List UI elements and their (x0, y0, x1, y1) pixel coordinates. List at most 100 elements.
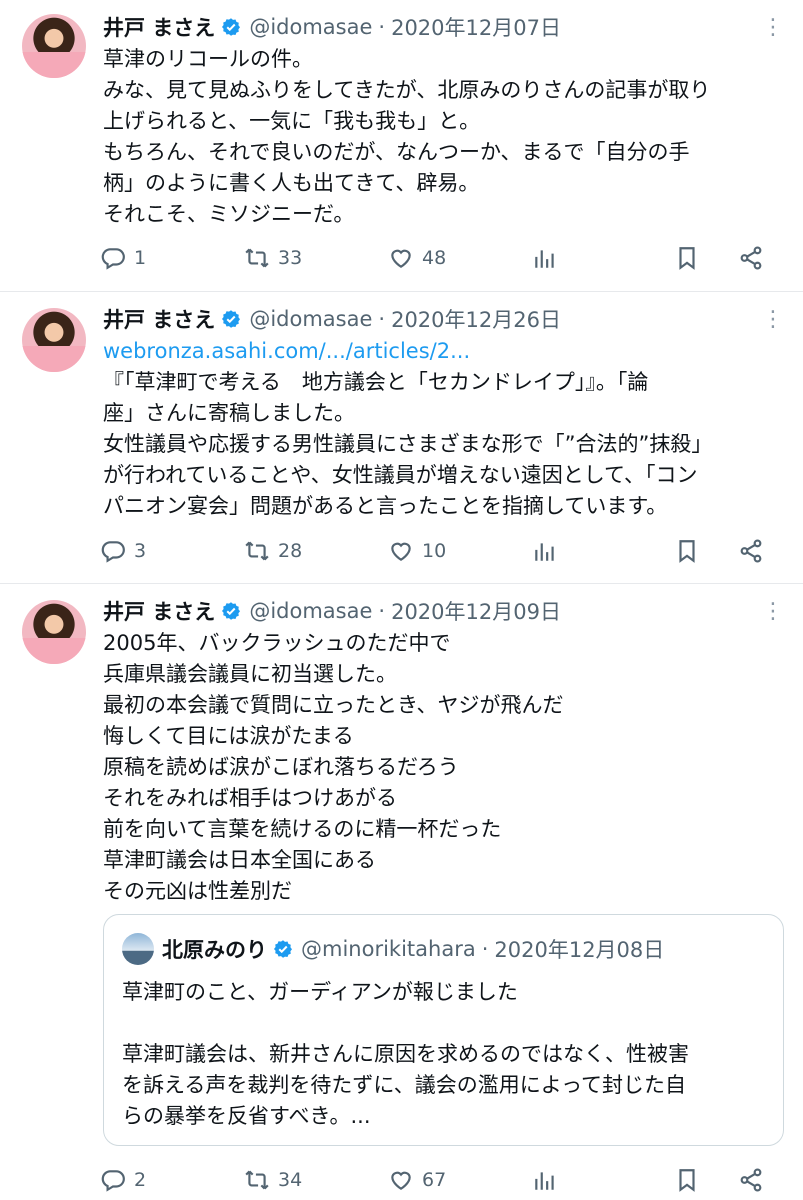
tweet-line: 上げられると、一気に「我も我も」と。 (103, 109, 481, 133)
retweet-count: 33 (278, 247, 303, 269)
tweet-3[interactable]: 井戸 まさえ @idomasae · 2020年12月09日 ⋮ 2005年、バ… (0, 584, 803, 1200)
action-bar: 3 28 10 (100, 535, 780, 567)
article-link[interactable]: webronza.asahi.com/.../articles/2... (103, 336, 783, 367)
retweet-button[interactable]: 34 (244, 1164, 302, 1196)
quoted-tweet[interactable]: 北原みのり @minorikitahara · 2020年12月08日 草津町の… (103, 914, 784, 1146)
tweet-line: その元凶は性差別だ (103, 879, 292, 903)
tweet-date[interactable]: 2020年12月26日 (391, 304, 561, 334)
author-name[interactable]: 井戸 まさえ (103, 304, 215, 334)
like-icon (391, 542, 411, 561)
tweet-line: それをみれば相手はつけあがる (103, 786, 397, 810)
views-button[interactable] (532, 535, 566, 567)
views-button[interactable] (532, 242, 566, 274)
tweet-line: 草津町議会は日本全国にある (103, 848, 376, 872)
tweet-line: 2005年、バックラッシュのただ中で (103, 631, 451, 655)
share-button[interactable] (738, 242, 772, 274)
tweet-line: 悔しくて目には涙がたまる (103, 724, 354, 748)
author-name[interactable]: 井戸 まさえ (103, 596, 215, 626)
bookmark-button[interactable] (674, 1164, 708, 1196)
quoted-line: 草津町議会は、新井さんに原因を求めるのではなく、性被害 (122, 1042, 689, 1066)
share-icon (740, 1168, 762, 1192)
tweet-line: 柄」のように書く人も出てきて、辟易。 (103, 171, 480, 195)
tweet-line: 女性議員や応援する男性議員にさまざまな形で「”合法的”抹殺」 (103, 432, 713, 456)
views-icon (535, 1172, 554, 1190)
reply-icon (101, 1170, 125, 1192)
like-button[interactable]: 67 (388, 1164, 446, 1196)
reply-count: 2 (134, 1169, 147, 1191)
bookmark-button[interactable] (674, 242, 708, 274)
reply-button[interactable]: 2 (100, 1164, 146, 1196)
like-count: 10 (422, 540, 447, 562)
more-icon[interactable]: ⋮ (762, 600, 784, 624)
reply-icon (101, 248, 125, 270)
views-icon (535, 543, 554, 561)
retweet-count: 34 (278, 1169, 303, 1191)
tweet-line: もちろん、それで良いのだが、なんつーか、まるで「自分の手 (103, 140, 690, 164)
like-button[interactable]: 48 (388, 242, 446, 274)
tweet-line: それこそ、ミソジニーだ。 (103, 202, 355, 226)
action-bar: 1 33 48 (100, 242, 780, 274)
like-button[interactable]: 10 (388, 535, 446, 567)
tweet-header: 井戸 まさえ @idomasae · 2020年12月26日 (103, 304, 561, 334)
separator: · (378, 599, 386, 623)
separator: · (378, 15, 386, 39)
quoted-date: 2020年12月08日 (494, 938, 665, 962)
views-button[interactable] (532, 1164, 566, 1196)
tweet-header: 井戸 まさえ @idomasae · 2020年12月07日 (103, 12, 561, 42)
quoted-text: 草津町のこと、ガーディアンが報じました 草津町議会は、新井さんに原因を求めるので… (122, 977, 762, 1132)
retweet-button[interactable]: 33 (244, 242, 302, 274)
tweet-text: 草津のリコールの件。 みな、見て見ぬふりをしてきたが、北原みのりさんの記事が取り… (103, 44, 783, 230)
retweet-icon (245, 1170, 269, 1190)
quoted-line: 草津町のこと、ガーディアンが報じました (122, 980, 518, 1004)
tweet-text: 2005年、バックラッシュのただ中で 兵庫県議会議員に初当選した。 最初の本会議… (103, 628, 783, 907)
retweet-icon (245, 541, 269, 561)
tweet-2[interactable]: 井戸 まさえ @idomasae · 2020年12月26日 ⋮ webronz… (0, 292, 803, 584)
tweet-header: 井戸 まさえ @idomasae · 2020年12月09日 (103, 596, 561, 626)
tweet-line: が行われていることや、女性議員が増えない遠因として、「コン (103, 463, 698, 487)
like-icon (391, 249, 411, 268)
tweet-date[interactable]: 2020年12月07日 (391, 12, 561, 42)
author-handle[interactable]: @idomasae (249, 307, 372, 331)
avatar[interactable] (22, 600, 86, 664)
retweet-button[interactable]: 28 (244, 535, 302, 567)
share-icon (740, 246, 762, 270)
tweet-line: 座」さんに寄稿しました。 (103, 401, 355, 425)
tweet-line: 最初の本会議で質問に立ったとき、ヤジが飛んだ (103, 693, 564, 717)
retweet-icon (245, 248, 269, 268)
tweet-date[interactable]: 2020年12月09日 (391, 596, 561, 626)
quoted-avatar (122, 933, 154, 965)
avatar[interactable] (22, 308, 86, 372)
bookmark-icon (679, 1169, 695, 1192)
tweet-line: 原稿を読めば涙がこぼれ落ちるだろう (103, 755, 459, 779)
verified-icon (222, 310, 241, 328)
share-icon (740, 539, 762, 563)
like-icon (391, 1171, 411, 1190)
bookmark-icon (679, 247, 695, 270)
author-handle[interactable]: @idomasae (249, 15, 372, 39)
author-handle[interactable]: @idomasae (249, 599, 372, 623)
quoted-line: を訴える声を裁判を待たずに、議会の濫用によって封じた自 (122, 1073, 687, 1097)
more-icon[interactable]: ⋮ (762, 308, 784, 332)
verified-icon (222, 602, 241, 620)
share-button[interactable] (738, 1164, 772, 1196)
tweet-line: 草津のリコールの件。 (103, 47, 313, 71)
bookmark-button[interactable] (674, 535, 708, 567)
like-count: 67 (422, 1169, 447, 1191)
tweet-line: 兵庫県議会議員に初当選した。 (103, 662, 397, 686)
reply-button[interactable]: 3 (100, 535, 146, 567)
avatar[interactable] (22, 14, 86, 78)
reply-icon (101, 541, 125, 563)
verified-icon (274, 940, 292, 958)
like-count: 48 (422, 247, 447, 269)
separator: · (378, 307, 386, 331)
tweet-text: webronza.asahi.com/.../articles/2... 『「草… (103, 336, 783, 522)
retweet-count: 28 (278, 540, 303, 562)
reply-button[interactable]: 1 (100, 242, 146, 274)
quoted-author-name: 北原みのり (162, 938, 267, 962)
reply-count: 3 (134, 540, 147, 562)
tweet-1[interactable]: 井戸 まさえ @idomasae · 2020年12月07日 ⋮ 草津のリコール… (0, 0, 803, 290)
more-icon[interactable]: ⋮ (762, 16, 784, 40)
separator: · (481, 937, 489, 961)
share-button[interactable] (738, 535, 772, 567)
author-name[interactable]: 井戸 まさえ (103, 12, 215, 42)
